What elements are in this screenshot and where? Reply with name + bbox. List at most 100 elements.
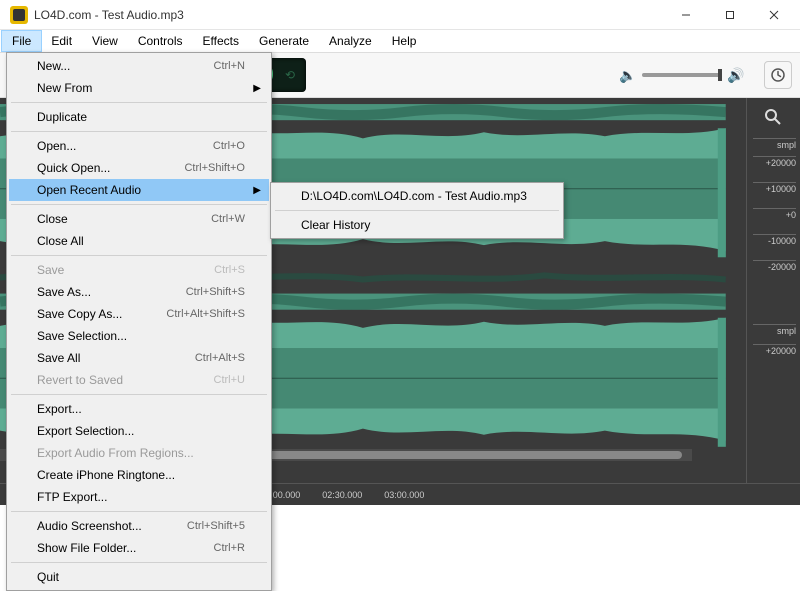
- menu-item-label: Revert to Saved: [37, 373, 214, 387]
- menu-item-label: Open...: [37, 139, 213, 153]
- menu-item-quit[interactable]: Quit: [9, 566, 269, 588]
- menu-item-label: Show File Folder...: [37, 541, 214, 555]
- menu-item-shortcut: Ctrl+Shift+O: [184, 162, 245, 174]
- menu-item-revert-to-saved: Revert to SavedCtrl+U: [9, 369, 269, 391]
- menu-analyze[interactable]: Analyze: [319, 31, 382, 51]
- menu-edit[interactable]: Edit: [41, 31, 82, 51]
- menu-item-shortcut: Ctrl+Alt+Shift+S: [166, 308, 245, 320]
- ruler-tick: +10000: [753, 182, 796, 194]
- search-icon[interactable]: [760, 104, 786, 130]
- menu-item-label: Quick Open...: [37, 161, 184, 175]
- menu-item-label: Audio Screenshot...: [37, 519, 187, 533]
- open-recent-submenu: D:\LO4D.com\LO4D.com - Test Audio.mp3 Cle…: [270, 182, 564, 239]
- menu-item-create-iphone-ringtone[interactable]: Create iPhone Ringtone...: [9, 464, 269, 486]
- menu-item-quick-open[interactable]: Quick Open...Ctrl+Shift+O: [9, 157, 269, 179]
- menu-separator: [11, 511, 267, 512]
- ruler-tick: +20000: [753, 344, 796, 356]
- menu-separator: [11, 394, 267, 395]
- submenu-arrow-icon: ▶: [253, 83, 261, 94]
- menu-item-label: Save Selection...: [37, 329, 245, 343]
- menu-item-label: Export Selection...: [37, 424, 245, 438]
- menu-item-label: Close All: [37, 234, 245, 248]
- title-bar: LO4D.com - Test Audio.mp3: [0, 0, 800, 30]
- menu-help[interactable]: Help: [382, 31, 427, 51]
- menu-item-open-recent-audio[interactable]: Open Recent Audio ▶: [9, 179, 269, 201]
- menu-item-audio-screenshot[interactable]: Audio Screenshot...Ctrl+Shift+5: [9, 515, 269, 537]
- menu-item-label: Open Recent Audio: [37, 183, 245, 197]
- menu-item-show-file-folder[interactable]: Show File Folder...Ctrl+R: [9, 537, 269, 559]
- menu-generate[interactable]: Generate: [249, 31, 319, 51]
- menu-item-label: FTP Export...: [37, 490, 245, 504]
- menu-item-shortcut: Ctrl+R: [214, 542, 245, 554]
- menu-item-label: Save As...: [37, 285, 186, 299]
- menu-item-close-all[interactable]: Close All: [9, 230, 269, 252]
- menu-item-export-selection[interactable]: Export Selection...: [9, 420, 269, 442]
- menu-item-label: Quit: [37, 570, 245, 584]
- speaker-low-icon: 🔈: [620, 67, 636, 83]
- menu-item-shortcut: Ctrl+Shift+S: [186, 286, 245, 298]
- menu-item-label: New...: [37, 59, 214, 73]
- menu-item-export[interactable]: Export...: [9, 398, 269, 420]
- menu-view[interactable]: View: [82, 31, 128, 51]
- menu-item-save-all[interactable]: Save AllCtrl+Alt+S: [9, 347, 269, 369]
- menu-item-label: Create iPhone Ringtone...: [37, 468, 245, 482]
- menu-item-shortcut: Ctrl+O: [213, 140, 245, 152]
- menu-item-save: SaveCtrl+S: [9, 259, 269, 281]
- menu-item-label: Export...: [37, 402, 245, 416]
- menu-item-save-copy-as[interactable]: Save Copy As...Ctrl+Alt+Shift+S: [9, 303, 269, 325]
- timeline-tick: 02:30.000: [322, 490, 362, 500]
- menu-separator: [11, 255, 267, 256]
- menu-item-label: Duplicate: [37, 110, 245, 124]
- ruler-tick: smpl: [753, 138, 796, 150]
- menu-item-shortcut: Ctrl+S: [214, 264, 245, 276]
- ruler-tick: +20000: [753, 156, 796, 168]
- ruler-tick: -10000: [753, 234, 796, 246]
- menu-item-export-audio-from-regions: Export Audio From Regions...: [9, 442, 269, 464]
- ruler-tick: -20000: [753, 260, 796, 272]
- submenu-item[interactable]: D:\LO4D.com\LO4D.com - Test Audio.mp3: [273, 185, 561, 207]
- menu-item-save-selection[interactable]: Save Selection...: [9, 325, 269, 347]
- close-button[interactable]: [752, 0, 796, 30]
- menu-item-label: Export Audio From Regions...: [37, 446, 245, 460]
- menu-separator: [11, 204, 267, 205]
- menu-effects[interactable]: Effects: [193, 31, 249, 51]
- menu-item-label: New From: [37, 81, 245, 95]
- ruler-tick: smpl: [753, 324, 796, 336]
- speaker-high-icon: 🔊: [728, 67, 744, 83]
- submenu-item[interactable]: Clear History: [273, 214, 561, 236]
- menu-item-label: Close: [37, 212, 211, 226]
- menu-item-save-as[interactable]: Save As...Ctrl+Shift+S: [9, 281, 269, 303]
- menu-item-shortcut: Ctrl+W: [211, 213, 245, 225]
- menu-item-shortcut: Ctrl+U: [214, 374, 245, 386]
- menu-item-label: Save Copy As...: [37, 307, 166, 321]
- menu-separator: [275, 210, 559, 211]
- submenu-arrow-icon: ▶: [253, 185, 261, 196]
- menu-item-new[interactable]: New...Ctrl+N: [9, 55, 269, 77]
- menu-separator: [11, 562, 267, 563]
- submenu-item-label: Clear History: [301, 218, 537, 232]
- menu-item-label: Save: [37, 263, 214, 277]
- menu-separator: [11, 131, 267, 132]
- app-icon: [10, 6, 28, 24]
- ruler-tick: +0: [753, 208, 796, 220]
- minimize-button[interactable]: [664, 0, 708, 30]
- menu-item-duplicate[interactable]: Duplicate: [9, 106, 269, 128]
- menu-item-new-from[interactable]: New From ▶: [9, 77, 269, 99]
- menu-controls[interactable]: Controls: [128, 31, 193, 51]
- amplitude-ruler: smpl +20000 +10000 +0 -10000 -20000 smpl…: [746, 98, 800, 483]
- menu-item-close[interactable]: CloseCtrl+W: [9, 208, 269, 230]
- menu-item-shortcut: Ctrl+Alt+S: [195, 352, 245, 364]
- menu-file[interactable]: File: [2, 31, 41, 51]
- volume-control[interactable]: 🔈 🔊: [620, 67, 744, 83]
- menu-bar: File Edit View Controls Effects Generate…: [0, 30, 800, 52]
- timeline-tick: 03:00.000: [384, 490, 424, 500]
- history-button[interactable]: [764, 61, 792, 89]
- volume-slider[interactable]: [642, 73, 722, 77]
- maximize-button[interactable]: [708, 0, 752, 30]
- window-title: LO4D.com - Test Audio.mp3: [34, 8, 664, 22]
- loop-icon[interactable]: ⟲: [285, 68, 296, 82]
- file-menu-dropdown: New...Ctrl+NNew From▶DuplicateOpen...Ctr…: [6, 52, 272, 591]
- submenu-item-label: D:\LO4D.com\LO4D.com - Test Audio.mp3: [301, 189, 537, 203]
- menu-item-open[interactable]: Open...Ctrl+O: [9, 135, 269, 157]
- menu-item-label: Save All: [37, 351, 195, 365]
